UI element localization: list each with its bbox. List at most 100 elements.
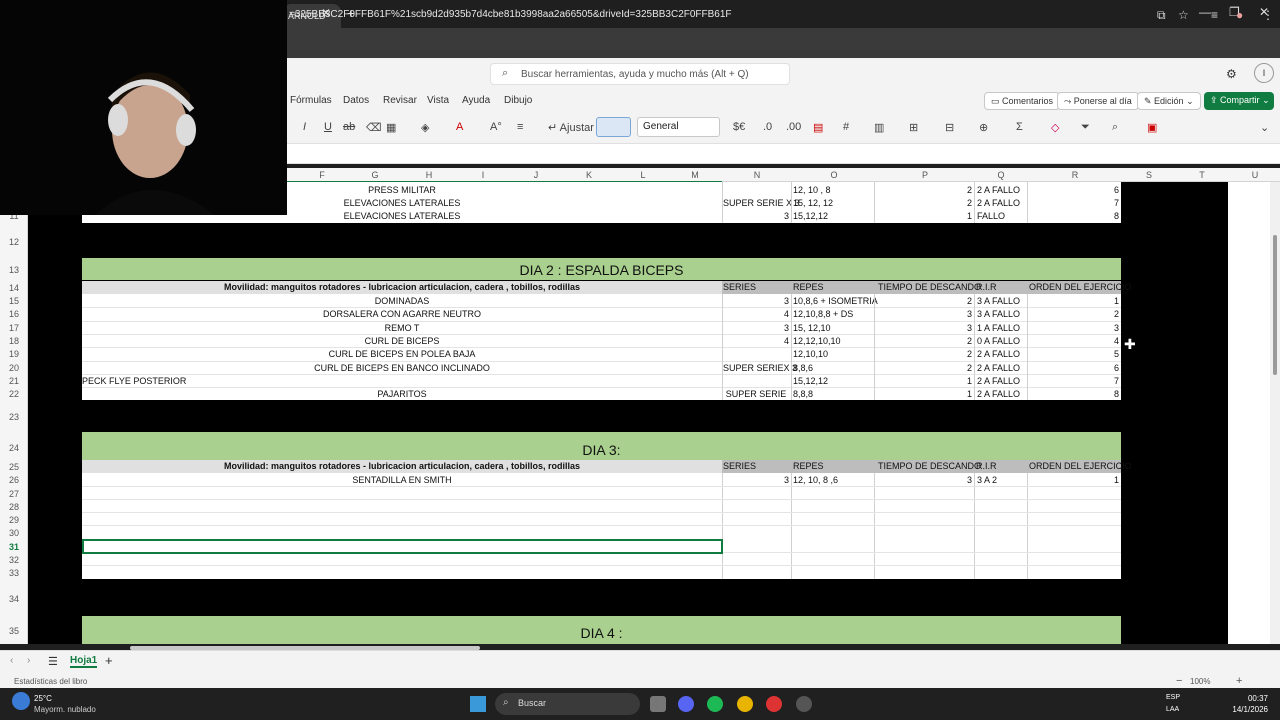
comments-button[interactable]: ▭ Comentarios	[984, 92, 1061, 110]
row-number[interactable]: 30	[0, 528, 28, 538]
exercise-repes[interactable]: 15, 12, 12	[793, 197, 833, 210]
insert-icon[interactable]: #	[843, 121, 849, 133]
col-header[interactable]: G	[369, 170, 381, 180]
row-number[interactable]: 19	[0, 349, 28, 359]
url-text[interactable]: =325BB3C2F0FFB61F%21scb9d2d935b7d4cbe81b…	[289, 9, 732, 20]
add-sheet-button[interactable]: +	[105, 653, 113, 668]
language-indicator[interactable]: ESP	[1166, 694, 1180, 701]
autosum-icon[interactable]: Σ	[1016, 121, 1023, 133]
header-orden[interactable]: ORDEN DEL EJERCICIO	[1029, 460, 1132, 473]
wrap-text-icon[interactable]: ↵ Ajustar	[548, 121, 594, 134]
find-icon[interactable]: ⌕	[1112, 121, 1118, 134]
workbook-stats[interactable]: Estadísticas del libro	[14, 677, 87, 686]
currency-icon[interactable]: $€	[733, 121, 745, 133]
exercise-rir[interactable]: FALLO	[977, 210, 1005, 223]
menu-vista[interactable]: Vista	[427, 95, 449, 106]
col-header[interactable]: O	[828, 170, 840, 180]
row-number[interactable]: 12	[0, 237, 28, 247]
exercise-rir[interactable]: 2 A FALLO	[977, 388, 1027, 401]
row-number[interactable]: 27	[0, 489, 28, 499]
media-icon[interactable]: ≡	[1211, 8, 1218, 22]
catchup-button[interactable]: ⤳ Ponerse al día	[1057, 92, 1139, 110]
exercise-repes[interactable]: 8,8,8	[793, 388, 873, 401]
exercise-name[interactable]: PAJARITOS	[82, 388, 722, 401]
exercise-descanso[interactable]: 2	[874, 197, 972, 210]
col-header[interactable]: T	[1196, 170, 1208, 180]
col-header[interactable]: P	[919, 170, 931, 180]
exercise-repes[interactable]: 12,10,8,8 + DS	[793, 308, 873, 321]
task-view-icon[interactable]	[650, 696, 666, 712]
steam-icon[interactable]	[796, 696, 812, 712]
format-cells-icon[interactable]: ⊕	[979, 121, 988, 134]
exercise-orden[interactable]: 8	[1030, 210, 1119, 223]
header-orden[interactable]: ORDEN DEL EJERCICIO	[1029, 281, 1132, 294]
align-icon[interactable]: ≡	[517, 121, 523, 133]
row-number[interactable]: 21	[0, 376, 28, 386]
row-number-selected[interactable]: 31	[0, 542, 28, 552]
col-header[interactable]: L	[637, 170, 649, 180]
gear-icon[interactable]: ⚙	[1226, 67, 1237, 81]
clear-format-icon[interactable]: ⌫	[366, 121, 382, 134]
menu-dibujo[interactable]: Dibujo	[504, 95, 532, 106]
header-rir[interactable]: R.I.R	[976, 460, 997, 473]
day3-mobility[interactable]: Movilidad: manguitos rotadores - lubrica…	[82, 460, 722, 473]
exercise-rir[interactable]: 2 A FALLO	[977, 197, 1020, 210]
day3-title[interactable]: DIA 3:	[82, 432, 1121, 460]
header-descanso[interactable]: TIEMPO DE DESCANDO	[878, 281, 981, 294]
exercise-rir[interactable]: 2 A FALLO	[977, 348, 1027, 361]
clock-time[interactable]: 00:37	[1232, 694, 1268, 703]
vertical-scroll-thumb[interactable]	[1273, 235, 1277, 375]
col-header[interactable]: M	[689, 170, 701, 180]
row-number[interactable]: 14	[0, 283, 28, 293]
sort-filter-icon[interactable]: ⏷	[1081, 121, 1090, 134]
avatar[interactable]: I	[1254, 63, 1274, 83]
col-header[interactable]: R	[1069, 170, 1081, 180]
header-series[interactable]: SERIES	[723, 281, 756, 294]
ribbon-collapse-icon[interactable]: ⌄	[1260, 121, 1269, 134]
exercise-rir[interactable]: 2 A FALLO	[977, 184, 1020, 197]
row-number[interactable]: 18	[0, 336, 28, 346]
bookmark-star-icon[interactable]: ☆	[1178, 8, 1189, 22]
chrome-profile-icon[interactable]	[766, 696, 782, 712]
addins-icon[interactable]: ▣	[1147, 121, 1157, 134]
exercise-series[interactable]: SUPER SERIE	[723, 388, 789, 401]
header-series[interactable]: SERIES	[723, 460, 756, 473]
menu-ayuda[interactable]: Ayuda	[462, 95, 490, 106]
menu-revisar[interactable]: Revisar	[383, 95, 417, 106]
selected-cell[interactable]	[82, 539, 723, 554]
row-number[interactable]: 26	[0, 475, 28, 485]
menu-datos[interactable]: Datos	[343, 95, 369, 106]
number-format-select[interactable]: General	[637, 117, 720, 137]
weather-icon[interactable]	[12, 692, 30, 710]
horizontal-scroll-thumb[interactable]	[130, 646, 480, 650]
row-number[interactable]: 25	[0, 462, 28, 472]
sheet-tab[interactable]: Hoja1	[70, 655, 98, 668]
taskbar-search[interactable]	[495, 693, 640, 715]
row-number[interactable]: 24	[0, 443, 28, 453]
share-button[interactable]: ⇪ Compartir ⌄	[1204, 92, 1274, 110]
zoom-level[interactable]: 100%	[1190, 677, 1210, 686]
edit-mode-button[interactable]: ✎ Edición ⌄	[1137, 92, 1201, 110]
day4-title[interactable]: DIA 4 :	[82, 616, 1121, 644]
clock-date[interactable]: 14/1/2026	[1222, 705, 1268, 714]
col-header[interactable]: I	[477, 170, 489, 180]
scroll-right-icon[interactable]: ›	[27, 655, 30, 666]
spotify-icon[interactable]	[707, 696, 723, 712]
row-number[interactable]: 20	[0, 363, 28, 373]
row-number[interactable]: 17	[0, 323, 28, 333]
col-header[interactable]: S	[1143, 170, 1155, 180]
borders-icon[interactable]: ▦	[386, 121, 396, 134]
exercise-orden[interactable]: 8	[1030, 388, 1119, 401]
conditional-format-icon[interactable]: ▤	[813, 121, 823, 134]
col-header[interactable]: K	[583, 170, 595, 180]
decimal-more-icon[interactable]: .00	[786, 121, 801, 133]
exercise-orden[interactable]: 6	[1030, 184, 1119, 197]
row-number[interactable]: 22	[0, 389, 28, 399]
row-number[interactable]: 16	[0, 309, 28, 319]
exercise-descanso[interactable]: 1	[874, 388, 972, 401]
all-sheets-icon[interactable]: ☰	[48, 655, 58, 668]
row-number[interactable]: 23	[0, 412, 28, 422]
cell-styles-icon[interactable]: ▥	[874, 121, 884, 134]
exercise-repes[interactable]: 12, 10 , 8	[793, 184, 831, 197]
font-size-icon[interactable]: A°	[490, 121, 502, 133]
